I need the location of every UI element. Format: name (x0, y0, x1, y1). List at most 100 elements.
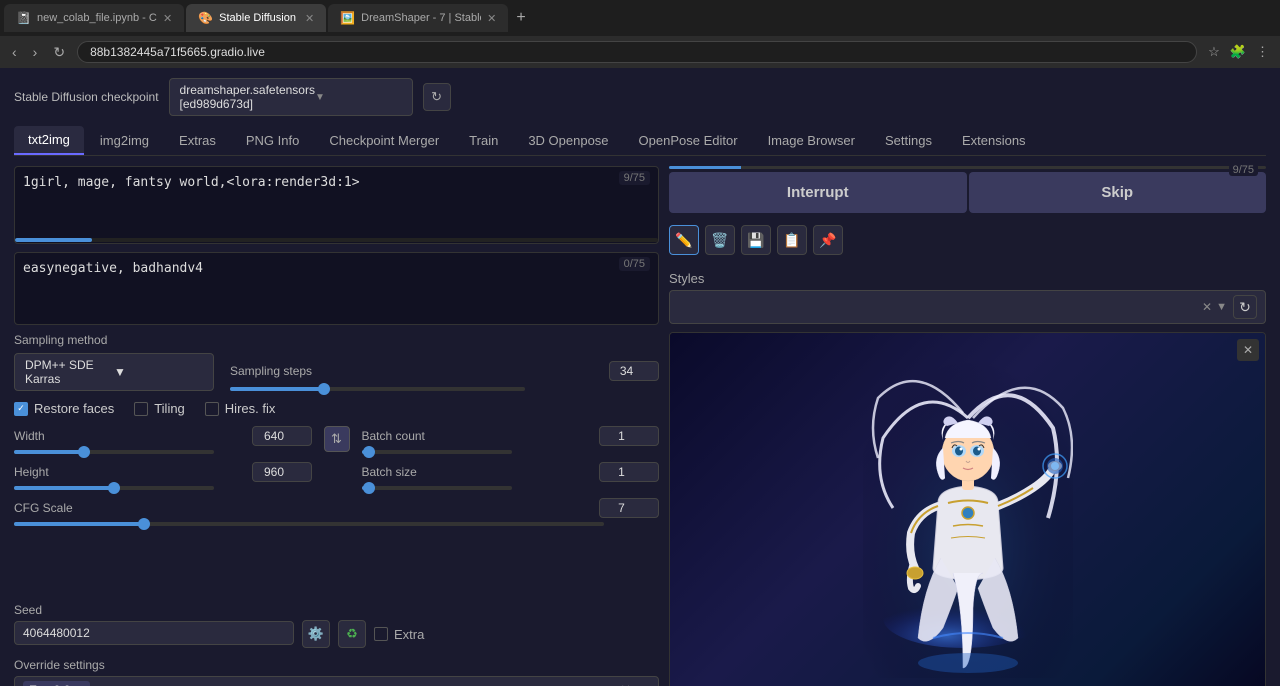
checkpoint-chevron: ▼ (315, 92, 402, 103)
tab3-close[interactable]: ✕ (487, 12, 496, 25)
cfg-scale-label: CFG Scale (14, 501, 73, 515)
address-bar: ‹ › ↻ ☆ 🧩 ⋮ (0, 36, 1280, 68)
tab-settings[interactable]: Settings (871, 126, 946, 155)
sampling-steps-group: Sampling steps (230, 361, 659, 391)
width-slider-thumb[interactable] (78, 446, 90, 458)
tab-checkpoint-merger[interactable]: Checkpoint Merger (315, 126, 453, 155)
steps-slider-thumb[interactable] (318, 383, 330, 395)
style-paste-button[interactable]: 📌 (813, 225, 843, 255)
tiling-label: Tiling (154, 401, 185, 416)
tab3-title: DreamShaper - 7 | Stable Diffusio... (361, 12, 481, 24)
seed-input[interactable] (14, 621, 294, 645)
checkpoint-refresh-button[interactable]: ↻ (423, 83, 451, 111)
restore-faces-checkbox[interactable]: ✓ Restore faces (14, 401, 114, 416)
steps-slider-track (230, 387, 525, 391)
steps-label: Sampling steps (230, 364, 312, 378)
forward-button[interactable]: › (29, 42, 42, 62)
action-buttons-container: 9/75 Interrupt Skip (669, 166, 1266, 213)
style-copy-button[interactable]: 📋 (777, 225, 807, 255)
negative-prompt-counter: 0/75 (619, 257, 650, 271)
positive-prompt-input[interactable] (15, 167, 658, 235)
steps-slider[interactable] (230, 387, 525, 391)
checkpoint-select[interactable]: dreamshaper.safetensors [ed989d673d] ▼ (169, 78, 413, 116)
new-tab-button[interactable]: + (510, 9, 531, 27)
tab1-close[interactable]: ✕ (163, 12, 172, 25)
tab-extensions[interactable]: Extensions (948, 126, 1040, 155)
batch-size-input[interactable] (599, 462, 659, 482)
cfg-scale-group: CFG Scale (14, 498, 659, 590)
sampling-method-select[interactable]: DPM++ SDE Karras ▼ (14, 353, 214, 391)
positive-prompt-progress (15, 238, 658, 242)
tab2-close[interactable]: ✕ (305, 12, 314, 25)
tab-openpose-editor[interactable]: OpenPose Editor (625, 126, 752, 155)
styles-clear-icon[interactable]: ✕ (1202, 300, 1212, 314)
checkpoint-value: dreamshaper.safetensors [ed989d673d] (180, 83, 315, 111)
style-trash-button[interactable]: 🗑️ (705, 225, 735, 255)
skip-button[interactable]: Skip (969, 172, 1267, 213)
batch-count-input[interactable] (599, 426, 659, 446)
tab2-favicon: 🎨 (198, 11, 213, 25)
back-button[interactable]: ‹ (8, 42, 21, 62)
tiling-checkbox[interactable]: Tiling (134, 401, 185, 416)
height-slider-thumb[interactable] (108, 482, 120, 494)
extra-checkbox[interactable]: Extra (374, 627, 424, 642)
width-slider-track (14, 450, 214, 454)
batch-size-slider[interactable] (362, 486, 512, 490)
batch-size-slider-thumb[interactable] (363, 482, 375, 494)
tab-img2img[interactable]: img2img (86, 126, 163, 155)
dice-icon: ⚙️ (308, 626, 324, 642)
height-input[interactable] (252, 462, 312, 482)
menu-icon[interactable]: ⋮ (1253, 42, 1272, 62)
tab-train[interactable]: Train (455, 126, 512, 155)
reload-button[interactable]: ↻ (49, 42, 69, 63)
seed-row: Seed ⚙️ ♻ Extra (14, 600, 659, 648)
tiling-box (134, 402, 148, 416)
steps-input[interactable] (609, 361, 659, 381)
tab-pnginfo[interactable]: PNG Info (232, 126, 313, 155)
bookmark-icon[interactable]: ☆ (1205, 42, 1223, 62)
styles-chevron-icon[interactable]: ▼ (1216, 301, 1227, 313)
styles-refresh-button[interactable]: ↻ (1233, 295, 1257, 319)
batch-count-header: Batch count (362, 426, 660, 446)
cfg-scale-input[interactable] (599, 498, 659, 518)
red-save-icon: 💾 (747, 232, 764, 249)
tab-txt2img[interactable]: txt2img (14, 126, 84, 155)
batch-size-label: Batch size (362, 465, 417, 479)
styles-input[interactable] (678, 300, 1202, 314)
extensions-icon[interactable]: 🧩 (1227, 42, 1249, 62)
browser-tab-1[interactable]: 📓 new_colab_file.ipynb - Colabora... ✕ (4, 4, 184, 32)
browser-tab-2[interactable]: 🎨 Stable Diffusion ✕ (186, 4, 326, 32)
batch-count-slider-track (362, 450, 512, 454)
dimensions-row: Width ⇅ B (14, 426, 659, 454)
width-input[interactable] (252, 426, 312, 446)
width-slider[interactable] (14, 450, 214, 454)
cfg-scale-slider-thumb[interactable] (138, 518, 150, 530)
seed-label: Seed (14, 603, 294, 617)
copy-icon: 📋 (783, 232, 800, 249)
cfg-scale-slider[interactable] (14, 522, 604, 526)
styles-refresh-icon: ↻ (1239, 299, 1251, 316)
height-slider[interactable] (14, 486, 214, 490)
image-close-button[interactable]: ✕ (1237, 339, 1259, 361)
tab-3d-openpose[interactable]: 3D Openpose (514, 126, 622, 155)
style-red-save-button[interactable]: 💾 (741, 225, 771, 255)
browser-tab-3[interactable]: 🖼️ DreamShaper - 7 | Stable Diffusio... … (328, 4, 508, 32)
interrupt-button[interactable]: Interrupt (669, 172, 967, 213)
hires-fix-checkbox[interactable]: Hires. fix (205, 401, 276, 416)
seed-dice-button[interactable]: ⚙️ (302, 620, 330, 648)
batch-count-slider[interactable] (362, 450, 512, 454)
left-panel: 9/75 0/75 Sampling method DPM++ SDE Karr… (14, 166, 659, 686)
batch-count-slider-thumb[interactable] (363, 446, 375, 458)
override-clear-icon[interactable]: ✕ (620, 682, 631, 686)
tab-extras[interactable]: Extras (165, 126, 230, 155)
seed-recycle-button[interactable]: ♻ (338, 620, 366, 648)
swap-dimensions-button[interactable]: ⇅ (324, 426, 350, 452)
style-pencil-button[interactable]: ✏️ (669, 225, 699, 255)
tab-image-browser[interactable]: Image Browser (754, 126, 869, 155)
height-batch-row: Height Batch size (14, 462, 659, 490)
url-input[interactable] (77, 41, 1197, 63)
override-settings-input[interactable]: Eta: 0.0 ✕ ✕ ▼ (14, 676, 659, 686)
negative-prompt-input[interactable] (15, 253, 658, 321)
restore-faces-check: ✓ (17, 403, 25, 414)
checkpoint-label: Stable Diffusion checkpoint (14, 90, 159, 104)
